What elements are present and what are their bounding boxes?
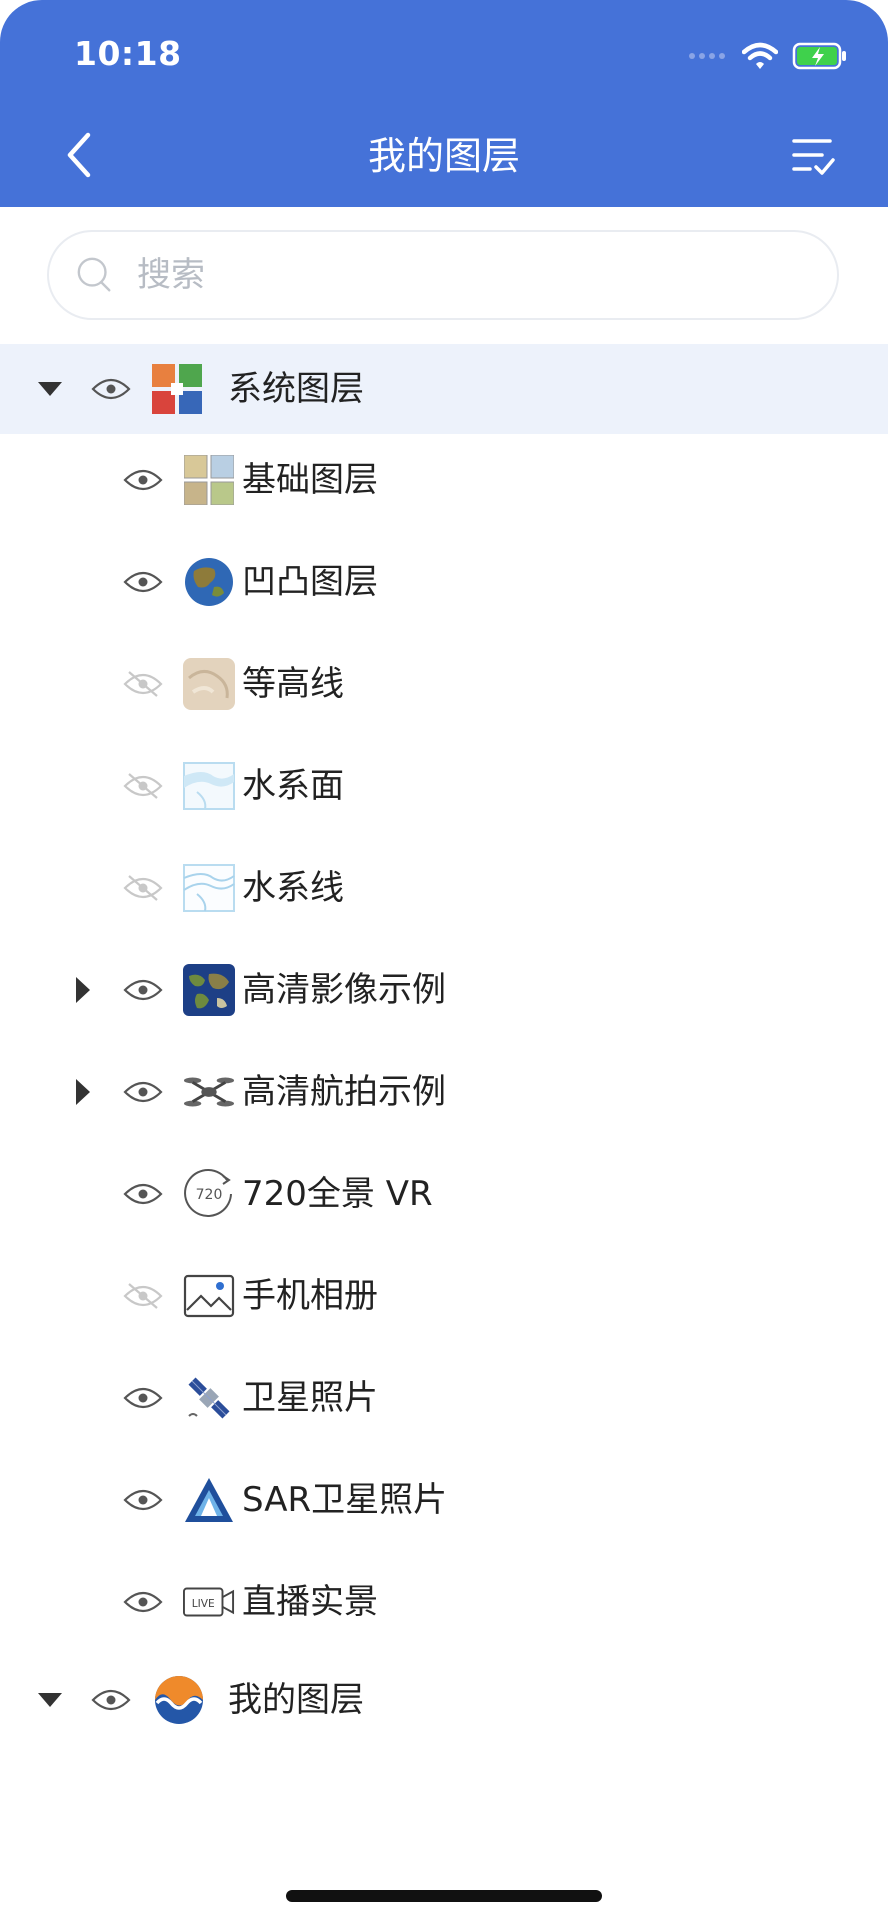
tree-item-water-area[interactable]: 水系面 (0, 741, 888, 831)
eye-icon[interactable] (121, 567, 165, 597)
eye-icon[interactable] (89, 1685, 133, 1715)
sar-satellite-icon (183, 1474, 235, 1526)
svg-text:720: 720 (196, 1187, 223, 1203)
tree-group-label: 我的图层 (228, 1680, 364, 1720)
status-icons (688, 38, 848, 74)
eye-icon[interactable] (121, 1383, 165, 1413)
caret-right-icon[interactable] (68, 975, 98, 1005)
tree-item-label: 手机相册 (242, 1276, 378, 1316)
water-line-icon (183, 862, 235, 914)
drone-icon (183, 1066, 235, 1118)
tree-item-label: 高清影像示例 (242, 970, 446, 1010)
eye-icon[interactable] (121, 1485, 165, 1515)
tree-item-hd-imagery[interactable]: 高清影像示例 (0, 945, 888, 1035)
eye-off-icon[interactable] (121, 873, 165, 903)
caret-down-icon[interactable] (35, 374, 65, 404)
svg-text:LIVE: LIVE (192, 1598, 215, 1610)
contour-map-icon (183, 658, 235, 710)
tree-item-label: 凹凸图层 (242, 562, 378, 602)
basemap-grid-icon (183, 454, 235, 506)
globe-icon (183, 556, 235, 608)
eye-icon[interactable] (121, 1077, 165, 1107)
tree-item-label: 直播实景 (242, 1582, 378, 1622)
eye-icon[interactable] (121, 1179, 165, 1209)
tree-group-label: 系统图层 (228, 369, 364, 409)
eye-icon[interactable] (121, 1587, 165, 1617)
page-title: 我的图层 (367, 134, 520, 178)
tree-item-label: 水系面 (242, 766, 344, 806)
tree-item-label: 基础图层 (242, 460, 378, 500)
satellite-icon (183, 1372, 235, 1424)
tree-group-my-layers[interactable]: 我的图层 (0, 1655, 888, 1745)
eye-off-icon[interactable] (121, 771, 165, 801)
tree-item-satellite-photo[interactable]: 卫星照片 (0, 1353, 888, 1443)
caret-down-icon[interactable] (35, 1685, 65, 1715)
eye-icon[interactable] (121, 465, 165, 495)
tree-item-label: SAR卫星照片 (242, 1480, 448, 1520)
tree-item-photo-album[interactable]: 手机相册 (0, 1251, 888, 1341)
photo-album-icon (183, 1270, 235, 1322)
home-indicator[interactable] (286, 1890, 602, 1902)
tree-item-terrain[interactable]: 凹凸图层 (0, 537, 888, 627)
signal-icon (689, 53, 725, 59)
select-list-button[interactable] (782, 128, 844, 184)
tree-item-sar-satellite[interactable]: SAR卫星照片 (0, 1455, 888, 1545)
tree-item-label: 720全景 VR (242, 1174, 433, 1214)
status-time: 10:18 (74, 34, 182, 73)
tree-item-label: 水系线 (242, 868, 344, 908)
tree-item-label: 卫星照片 (242, 1378, 378, 1418)
tree-item-720-vr[interactable]: 720 720全景 VR (0, 1149, 888, 1239)
tree-item-live-view[interactable]: LIVE 直播实景 (0, 1557, 888, 1647)
battery-charging-icon (792, 42, 846, 70)
system-layers-icon (151, 363, 203, 415)
eye-icon[interactable] (89, 374, 133, 404)
eye-off-icon[interactable] (121, 669, 165, 699)
satellite-imagery-icon (183, 964, 235, 1016)
search-input[interactable] (135, 254, 819, 296)
tree-item-basemap[interactable]: 基础图层 (0, 435, 888, 525)
search-icon (75, 255, 115, 295)
live-camera-icon: LIVE (183, 1576, 235, 1628)
my-layers-icon (153, 1674, 205, 1726)
search-bar[interactable] (47, 230, 839, 320)
tree-item-contour[interactable]: 等高线 (0, 639, 888, 729)
tree-item-label: 高清航拍示例 (242, 1072, 446, 1112)
wifi-icon (742, 42, 778, 69)
eye-off-icon[interactable] (121, 1281, 165, 1311)
tree-item-label: 等高线 (242, 664, 344, 704)
eye-icon[interactable] (121, 975, 165, 1005)
panorama-720-icon: 720 (183, 1168, 235, 1220)
water-area-icon (183, 760, 235, 812)
list-check-icon (792, 139, 835, 175)
app-header: 10:18 我的图层 (0, 0, 888, 207)
tree-item-water-line[interactable]: 水系线 (0, 843, 888, 933)
tree-item-hd-aerial[interactable]: 高清航拍示例 (0, 1047, 888, 1137)
caret-right-icon[interactable] (68, 1077, 98, 1107)
tree-group-system[interactable]: 系统图层 (0, 344, 888, 434)
